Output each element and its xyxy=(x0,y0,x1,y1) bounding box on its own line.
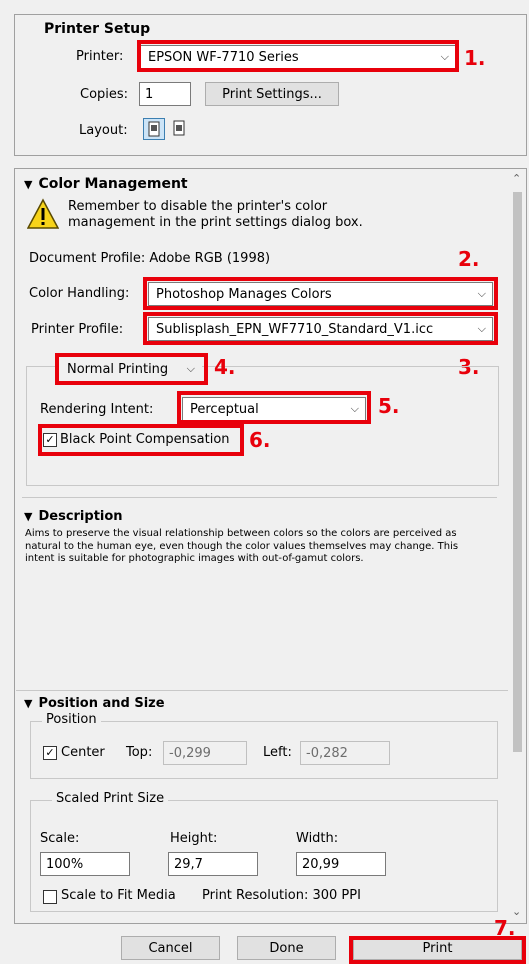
top-label: Top: xyxy=(126,745,153,760)
vertical-scrollbar[interactable]: ⌃ ⌄ xyxy=(509,170,526,920)
landscape-layout-icon xyxy=(173,120,185,136)
scale-input[interactable]: 100% xyxy=(40,852,130,876)
description-heading: Description xyxy=(38,509,123,524)
color-management-section-header[interactable]: ▼ Color Management xyxy=(24,176,188,192)
annotation-number-6: 6. xyxy=(249,428,271,452)
width-input[interactable]: 20,99 xyxy=(296,852,386,876)
collapse-triangle-icon: ▼ xyxy=(24,510,33,523)
scale-to-fit-label[interactable]: Scale to Fit Media xyxy=(61,888,176,903)
scroll-thumb[interactable] xyxy=(513,192,522,752)
annotation-number-2: 2. xyxy=(458,247,480,271)
annotation-box-3 xyxy=(143,312,498,345)
position-size-heading: Position and Size xyxy=(38,696,165,711)
annotation-box-5 xyxy=(177,391,371,424)
rendering-intent-label: Rendering Intent: xyxy=(40,402,154,417)
cancel-button[interactable]: Cancel xyxy=(121,936,220,960)
annotation-box-6 xyxy=(38,424,244,456)
left-label: Left: xyxy=(263,745,292,760)
layout-label: Layout: xyxy=(79,123,128,138)
collapse-triangle-icon: ▼ xyxy=(24,697,33,710)
scaled-print-size-title: Scaled Print Size xyxy=(52,791,169,806)
annotation-number-5: 5. xyxy=(378,394,400,418)
description-text: Aims to preserve the visual relationship… xyxy=(25,528,459,564)
section-divider xyxy=(22,497,497,498)
height-input[interactable]: 29,7 xyxy=(168,852,258,876)
printer-label: Printer: xyxy=(76,49,124,64)
scale-label: Scale: xyxy=(40,831,80,846)
print-settings-button[interactable]: Print Settings... xyxy=(205,82,339,106)
done-button[interactable]: Done xyxy=(237,936,336,960)
color-handling-label: Color Handling: xyxy=(29,286,130,301)
width-label: Width: xyxy=(296,831,339,846)
position-group-title: Position xyxy=(42,712,101,727)
center-checkbox[interactable]: ✓ xyxy=(43,746,57,760)
warning-text: Remember to disable the printer's color … xyxy=(68,199,363,230)
warning-icon xyxy=(26,198,60,230)
print-resolution-text: Print Resolution: 300 PPI xyxy=(202,888,361,903)
portrait-layout-icon xyxy=(148,121,160,137)
portrait-layout-button[interactable] xyxy=(143,118,165,140)
annotation-box-4 xyxy=(55,353,208,385)
printer-profile-label: Printer Profile: xyxy=(31,322,124,337)
annotation-box-2 xyxy=(143,277,498,310)
printer-setup-heading: Printer Setup xyxy=(44,21,151,37)
document-profile-text: Document Profile: Adobe RGB (1998) xyxy=(29,251,271,266)
scroll-up-icon[interactable]: ⌃ xyxy=(512,172,521,185)
color-management-heading: Color Management xyxy=(38,176,188,192)
copies-input[interactable]: 1 xyxy=(139,82,191,106)
annotation-box-7 xyxy=(349,936,526,964)
section-divider xyxy=(16,690,508,691)
description-section-header[interactable]: ▼ Description xyxy=(24,509,123,524)
scale-to-fit-checkbox[interactable] xyxy=(43,890,57,904)
position-size-section-header[interactable]: ▼ Position and Size xyxy=(24,696,165,711)
copies-label: Copies: xyxy=(80,87,129,102)
annotation-number-1: 1. xyxy=(464,46,486,70)
annotation-box-1 xyxy=(137,40,459,72)
annotation-number-4: 4. xyxy=(214,355,236,379)
height-label: Height: xyxy=(170,831,218,846)
top-input[interactable]: -0,299 xyxy=(163,741,247,765)
landscape-layout-button[interactable] xyxy=(169,118,191,140)
left-input[interactable]: -0,282 xyxy=(300,741,390,765)
collapse-triangle-icon: ▼ xyxy=(24,178,33,191)
center-label[interactable]: Center xyxy=(61,745,105,760)
